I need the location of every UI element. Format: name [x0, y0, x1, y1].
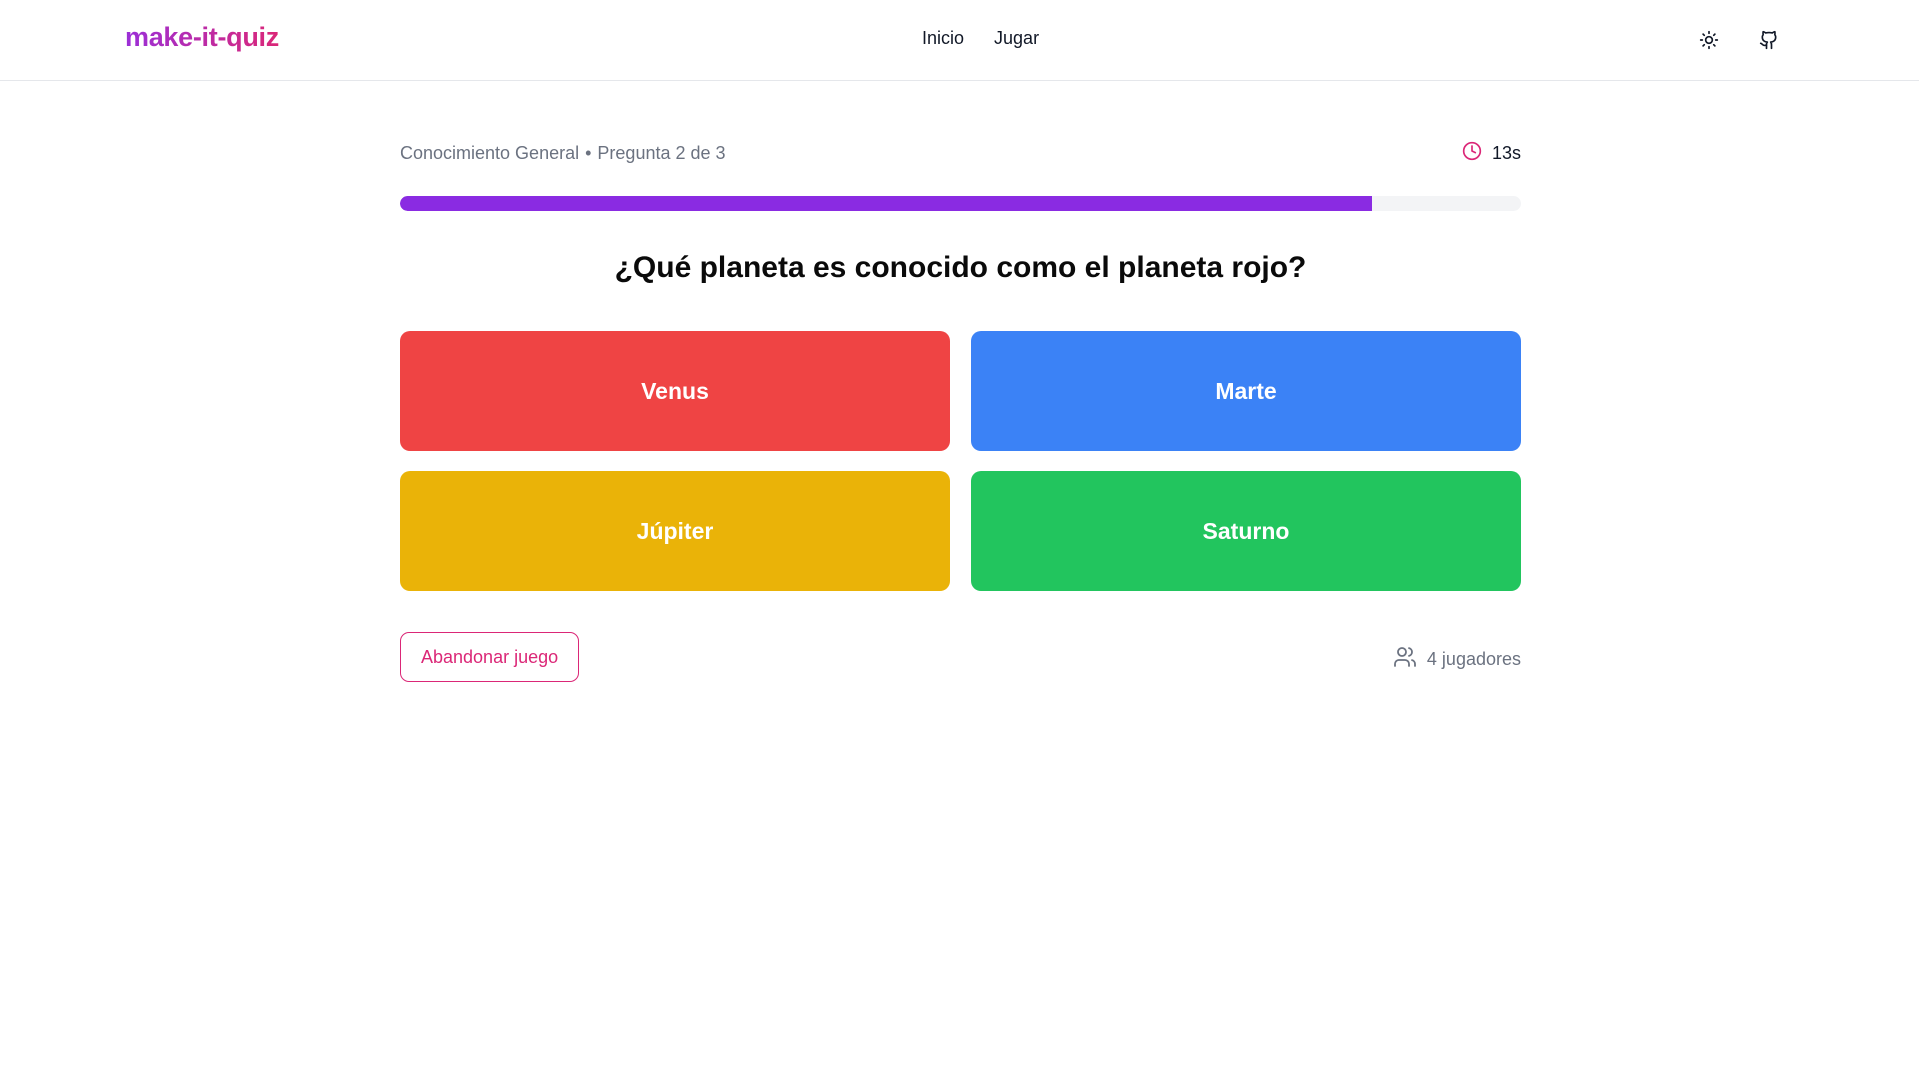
game-footer: Abandonar juego 4 jugadores [400, 632, 1521, 682]
leave-game-button[interactable]: Abandonar juego [400, 632, 580, 682]
answer-grid: Venus Marte Júpiter Saturno [400, 331, 1521, 591]
clock-icon [1462, 141, 1482, 166]
sun-icon [1699, 30, 1719, 50]
app-logo[interactable]: make-it-quiz [125, 22, 279, 53]
players-label: 4 jugadores [1426, 649, 1521, 669]
answer-button-jupiter[interactable]: Júpiter [400, 471, 950, 591]
separator-dot: • [585, 143, 592, 163]
question-counter: Pregunta 2 de 3 [597, 143, 726, 163]
main-nav: Inicio Jugar [922, 28, 1039, 49]
answer-button-saturno[interactable]: Saturno [971, 471, 1521, 591]
question-text: ¿Qué planeta es conocido como el planeta… [614, 251, 1307, 284]
answer-button-venus[interactable]: Venus [400, 331, 950, 451]
nav-link-inicio[interactable]: Inicio [922, 28, 964, 49]
question-meta: Conocimiento General • Pregunta 2 de 3 13s [400, 141, 1521, 169]
category-label: Conocimiento General [400, 143, 580, 163]
theme-toggle-button[interactable] [1693, 24, 1725, 56]
timer-value: 13s [1491, 143, 1521, 163]
question-info: Conocimiento General • Pregunta 2 de 3 [400, 143, 726, 164]
github-link-button[interactable] [1753, 24, 1785, 56]
answer-button-marte[interactable]: Marte [971, 331, 1521, 451]
top-navbar: make-it-quiz Inicio Jugar [0, 0, 1919, 81]
users-icon [1393, 645, 1417, 674]
github-icon [1759, 30, 1779, 50]
timer: 13s [1462, 141, 1521, 166]
timer-progress-bar [400, 196, 1521, 211]
players-count: 4 jugadores [1393, 645, 1521, 674]
timer-progress-fill [400, 196, 1372, 211]
nav-link-jugar[interactable]: Jugar [994, 28, 1039, 49]
